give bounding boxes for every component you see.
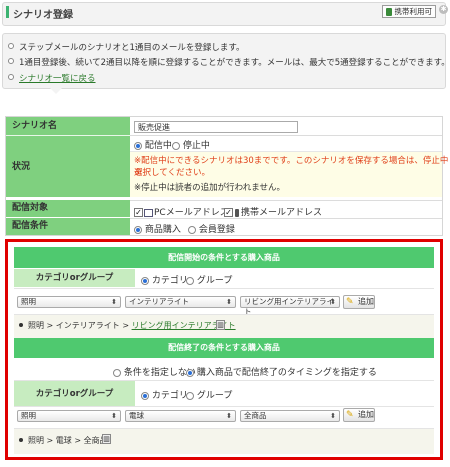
start-select-level-3[interactable]: リビング用インテリアライト ⬍ (240, 296, 340, 316)
end-select-3-value: 全商品 (244, 411, 267, 420)
start-select-level-1[interactable]: 照明 ⬍ (17, 296, 121, 308)
end-select-level-2[interactable]: 電球 ⬍ (125, 410, 236, 422)
info-box-pointer (50, 88, 62, 94)
back-to-scenario-list-link[interactable]: シナリオ一覧に戻る (19, 72, 96, 84)
bullet-icon (19, 438, 23, 442)
delivery-target-label: 配信対象 (6, 200, 130, 217)
end-radio-group[interactable]: グループ (186, 388, 232, 401)
start-select-2-value: インテリアライト (129, 297, 189, 306)
end-mode-timing-label: 購入商品で配信終了のタイミングを指定する (196, 368, 377, 378)
status-radio-active[interactable]: 配信中 (134, 138, 172, 151)
mobile-phone-icon (235, 208, 239, 217)
condition-member-radio[interactable]: 会員登録 (188, 222, 235, 235)
bullet-icon (8, 43, 14, 49)
target-mobile-checkbox[interactable]: ✓ 携帯メールアドレス (224, 205, 322, 218)
start-add-label: 追加 (358, 297, 374, 306)
end-mode-none-radio[interactable]: 条件を指定しない (113, 365, 196, 378)
trash-icon[interactable]: ▥ (102, 434, 111, 444)
radio-selected-icon[interactable] (186, 368, 194, 377)
condition-purchase-label: 商品購入 (144, 225, 181, 235)
start-option-category-label: カテゴリ (151, 276, 188, 286)
start-option-group-label: グループ (196, 276, 233, 286)
scenario-name-label: シナリオ名 (6, 117, 130, 135)
target-mobile-label: 携帯メールアドレス (241, 208, 323, 218)
start-selected-path: 照明 > インテリアライト > リビング用インテリアライト (28, 320, 236, 331)
end-option-category-label: カテゴリ (151, 391, 188, 401)
select-arrows-icon: ⬍ (330, 298, 336, 306)
checkbox-checked-icon[interactable]: ✓ (134, 208, 143, 217)
target-pc-label: PCメールアドレス (154, 208, 229, 218)
gear-icon[interactable]: ✱ (439, 5, 448, 14)
start-select-level-2[interactable]: インテリアライト ⬍ (125, 296, 236, 308)
radio-selected-icon[interactable] (141, 391, 149, 400)
checkbox-checked-icon[interactable]: ✓ (224, 208, 233, 217)
radio-selected-icon[interactable] (141, 276, 149, 285)
start-radio-group[interactable]: グループ (186, 273, 232, 286)
status-radio-stopped[interactable]: 停止中 (172, 138, 210, 151)
select-arrows-icon: ⬍ (226, 412, 232, 420)
magic-wand-icon: ✎ (346, 297, 354, 307)
radio-icon[interactable] (186, 276, 194, 285)
pc-monitor-icon (144, 208, 153, 217)
end-select-level-1[interactable]: 照明 ⬍ (17, 410, 121, 422)
status-note: ※停止中は読者の追加が行われません。 (134, 183, 285, 193)
radio-icon[interactable] (186, 391, 194, 400)
start-condition-header: 配信開始の条件とする購入商品 (14, 247, 434, 268)
select-arrows-icon: ⬍ (111, 412, 117, 420)
status-option-stopped-label: 停止中 (182, 141, 210, 151)
bullet-icon (19, 323, 23, 327)
target-pc-checkbox[interactable]: ✓ PCメールアドレス (134, 205, 229, 218)
select-arrows-icon: ⬍ (330, 412, 336, 420)
info-line-1: ステップメールのシナリオと1通目のメールを登録します。 (19, 43, 245, 53)
status-label: 状況 (6, 135, 130, 197)
trash-icon[interactable]: ▥ (216, 320, 225, 330)
bullet-icon (8, 74, 14, 80)
end-condition-header: 配信終了の条件とする購入商品 (14, 338, 434, 358)
condition-member-label: 会員登録 (198, 225, 235, 235)
bullet-icon (8, 58, 14, 64)
start-category-group-label: カテゴリorグループ (14, 269, 135, 287)
select-arrows-icon: ⬍ (111, 298, 117, 306)
magic-wand-icon: ✎ (346, 410, 354, 420)
info-line-2: 1通目登録後、続いて2通目以降を順に登録することができます。メールは、最大で5通… (19, 58, 450, 68)
header-accent-bar (6, 6, 9, 18)
condition-purchase-radio[interactable]: 商品購入 (134, 222, 181, 235)
end-add-label: 追加 (358, 410, 374, 419)
end-select-level-3[interactable]: 全商品 ⬍ (240, 410, 340, 422)
end-select-1-value: 照明 (21, 411, 36, 420)
end-select-2-value: 電球 (129, 411, 144, 420)
page-title: シナリオ登録 (13, 10, 73, 21)
start-select-1-value: 照明 (21, 297, 36, 306)
mobile-badge-label: 携帯利用可 (394, 7, 433, 16)
end-category-group-label: カテゴリorグループ (14, 380, 135, 406)
scenario-name-input[interactable]: 販売促進 (134, 121, 298, 133)
start-add-button[interactable]: ✎ 追加 (343, 295, 375, 309)
mobile-available-badge: 携帯利用可 (381, 5, 436, 18)
select-arrows-icon: ⬍ (226, 298, 232, 306)
end-add-button[interactable]: ✎ 追加 (343, 408, 375, 422)
end-mode-timing-radio[interactable]: 購入商品で配信終了のタイミングを指定する (186, 365, 377, 378)
radio-icon[interactable] (113, 368, 121, 377)
end-radio-category[interactable]: カテゴリ (141, 388, 188, 401)
radio-icon[interactable] (172, 141, 180, 150)
end-selected-path: 照明 > 電球 > 全商品 (28, 436, 108, 445)
status-warning-line-2: 選択してください。 (134, 168, 210, 178)
radio-selected-icon[interactable] (134, 141, 142, 150)
status-option-active-label: 配信中 (144, 141, 172, 151)
radio-icon[interactable] (188, 225, 196, 234)
start-radio-category[interactable]: カテゴリ (141, 273, 188, 286)
mobile-phone-icon (385, 8, 392, 16)
radio-selected-icon[interactable] (134, 225, 142, 234)
end-option-group-label: グループ (196, 391, 233, 401)
start-path-prefix: 照明 > インテリアライト > (28, 321, 132, 330)
delivery-condition-label: 配信条件 (6, 218, 130, 235)
